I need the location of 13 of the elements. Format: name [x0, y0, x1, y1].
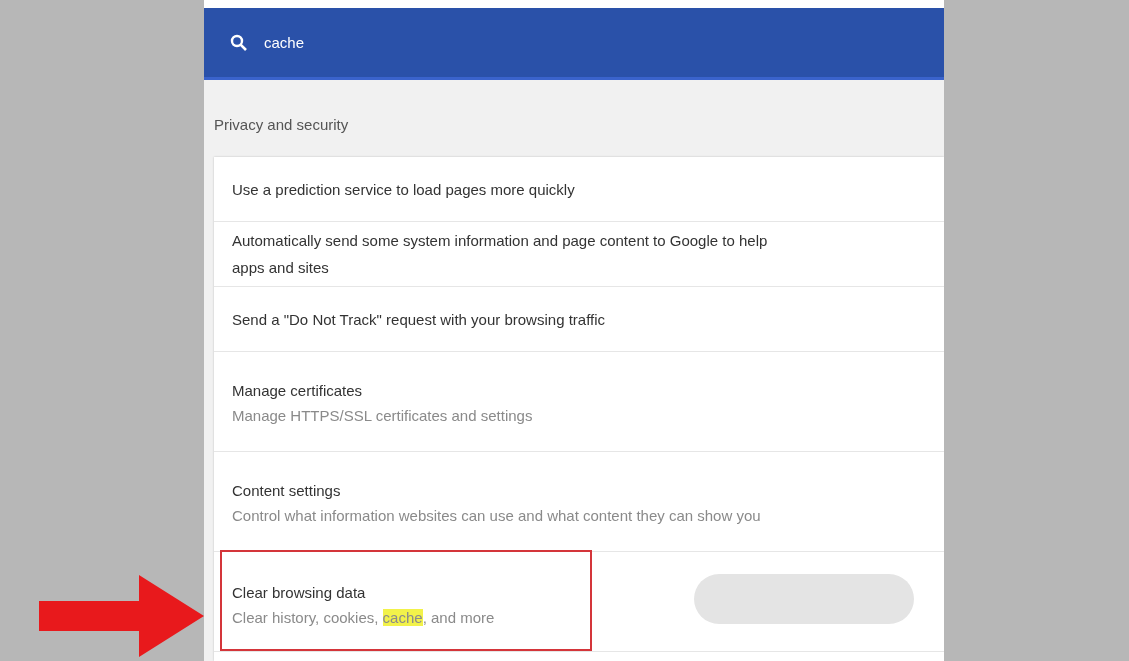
- search-icon: [230, 33, 248, 52]
- setting-title[interactable]: Manage certificates: [232, 379, 533, 401]
- setting-title[interactable]: Content settings: [232, 479, 761, 501]
- setting-title[interactable]: Automatically send some system information and page content to Google to help: [232, 230, 768, 251]
- setting-title[interactable]: Send a "Do Not Track" request with your browsing traffic: [232, 308, 606, 330]
- setting-title[interactable]: Use a prediction service to load pages more quickly: [232, 178, 575, 200]
- setting-title[interactable]: apps and sites: [232, 257, 768, 278]
- search-field[interactable]: cache: [264, 34, 564, 51]
- setting-title[interactable]: Clear browsing data: [232, 581, 550, 603]
- setting-description: Control what information websites can use and what content they can show you: [232, 506, 761, 524]
- setting-description: Clear history, cookies, cache, and more: [232, 608, 496, 626]
- section-title: Privacy and security: [214, 115, 350, 135]
- setting-description: Manage HTTPS/SSL certificates and settings: [232, 406, 533, 424]
